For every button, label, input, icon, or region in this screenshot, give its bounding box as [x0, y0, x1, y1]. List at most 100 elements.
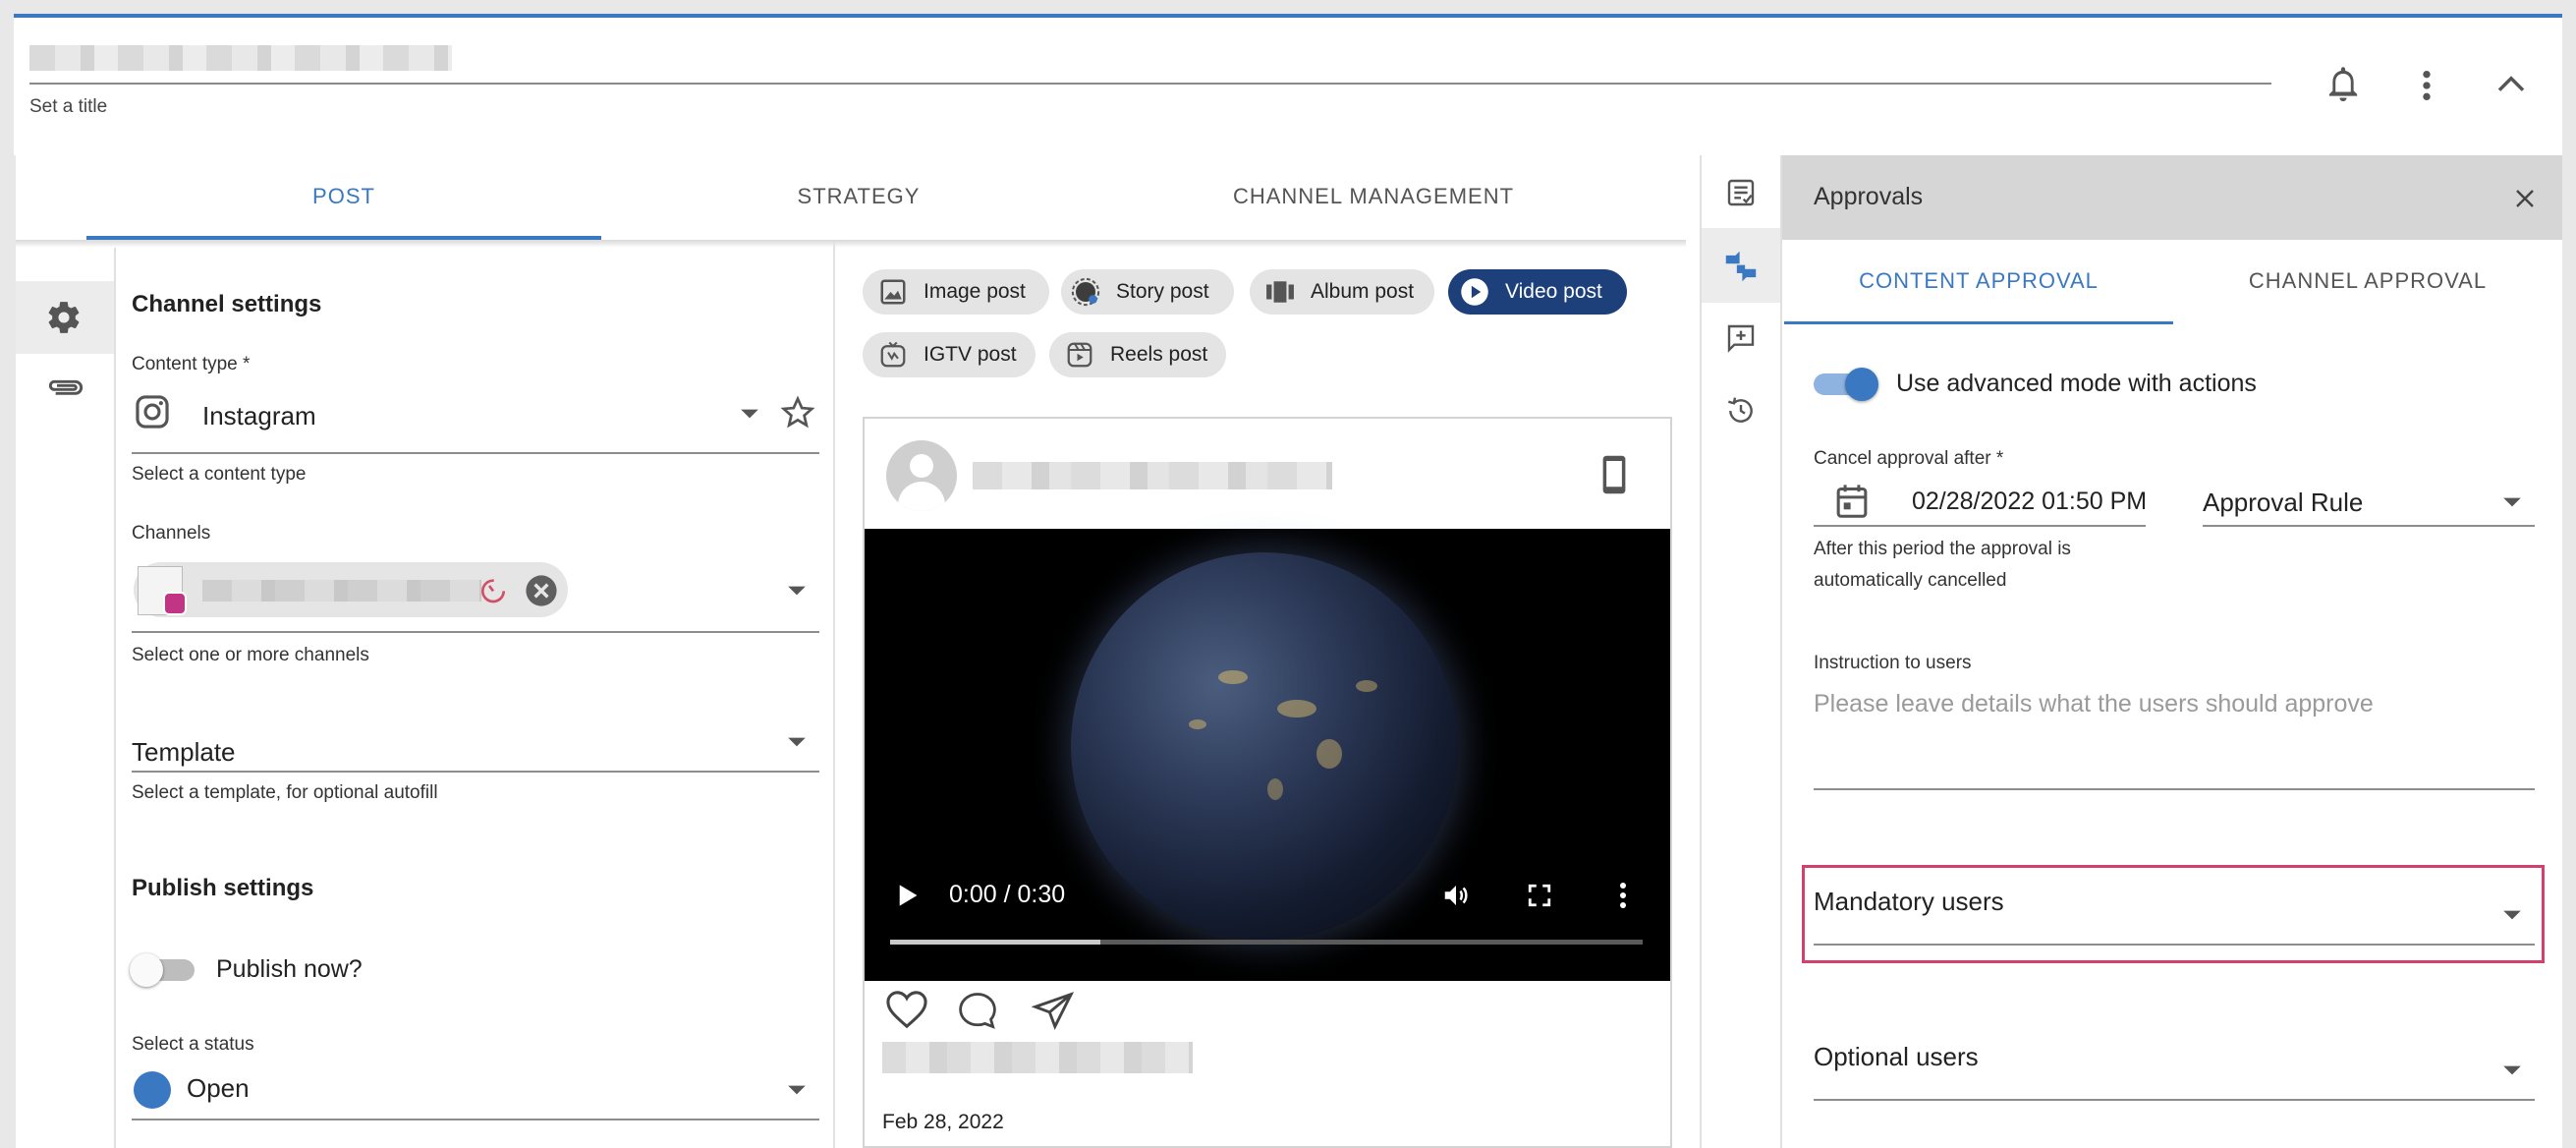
notes-icon[interactable]: [1725, 177, 1757, 208]
reels-post-label: Reels post: [1110, 343, 1208, 366]
tab-channel-approval[interactable]: CHANNEL APPROVAL: [2173, 240, 2562, 324]
tab-strategy[interactable]: STRATEGY: [601, 155, 1116, 240]
tab-content-approval[interactable]: CONTENT APPROVAL: [1784, 240, 2173, 324]
content-type-helper: Select a content type: [132, 464, 307, 485]
instagram-badge-icon: [163, 592, 187, 615]
channel-chip[interactable]: [134, 562, 568, 617]
video-progress-fill: [890, 940, 1100, 945]
channels-dropdown-icon[interactable]: [786, 584, 808, 598]
igtv-post-label: IGTV post: [924, 343, 1017, 366]
mandatory-users-dropdown-icon[interactable]: [2501, 908, 2523, 922]
rail-settings-item[interactable]: [16, 281, 114, 354]
reels-post-button[interactable]: Reels post: [1049, 332, 1226, 377]
igtv-post-button[interactable]: IGTV post: [863, 332, 1036, 377]
status-label: Select a status: [132, 1034, 254, 1055]
album-post-label: Album post: [1311, 280, 1415, 303]
history-icon[interactable]: [1725, 395, 1757, 427]
fullscreen-icon[interactable]: [1527, 883, 1552, 908]
cancel-approval-datetime[interactable]: 02/28/2022 01:50 PM: [1912, 488, 2148, 519]
approval-rule-select[interactable]: Approval Rule: [2203, 488, 2363, 518]
cancel-approval-underline: [1814, 525, 2146, 527]
status-value[interactable]: Open: [187, 1073, 250, 1104]
mandatory-users-select[interactable]: Mandatory users: [1814, 887, 2004, 917]
optional-users-select[interactable]: Optional users: [1814, 1042, 1979, 1072]
optional-users-underline: [1814, 1099, 2535, 1101]
channels-helper: Select one or more channels: [132, 645, 369, 665]
template-select[interactable]: Template: [132, 737, 236, 768]
story-post-button[interactable]: Story post: [1061, 269, 1234, 315]
advanced-mode-label: Use advanced mode with actions: [1896, 370, 2257, 397]
reels-icon: [1065, 340, 1094, 370]
channel-name-blurred: [202, 580, 481, 602]
title-helper-text: Set a title: [29, 96, 108, 117]
approval-rule-underline: [2203, 525, 2535, 527]
volume-icon[interactable]: [1440, 881, 1472, 910]
instruction-textarea[interactable]: Please leave details what the users shou…: [1814, 690, 2374, 718]
advanced-mode-toggle-knob[interactable]: [1845, 368, 1878, 401]
play-icon[interactable]: [896, 883, 920, 908]
instagram-icon: [134, 393, 171, 430]
status-dropdown-icon[interactable]: [786, 1083, 808, 1097]
timer-icon: [477, 574, 509, 605]
template-dropdown-icon[interactable]: [786, 735, 808, 749]
earth-video-frame: [1071, 552, 1458, 940]
tab-channel-management[interactable]: CHANNEL MANAGEMENT: [1116, 155, 1631, 240]
content-type-label: Content type *: [132, 354, 251, 374]
video-more-icon[interactable]: [1617, 881, 1629, 910]
title-bar: [14, 14, 2562, 155]
story-post-label: Story post: [1116, 280, 1209, 303]
smartphone-icon[interactable]: [1599, 454, 1629, 495]
publish-settings-title: Publish settings: [132, 875, 314, 901]
channels-label: Channels: [132, 523, 211, 544]
bell-icon[interactable]: [2326, 65, 2360, 104]
heart-icon[interactable]: [884, 989, 929, 1030]
tab-post[interactable]: POST: [86, 155, 601, 240]
cancel-approval-label: Cancel approval after *: [1814, 448, 2004, 469]
image-post-button[interactable]: Image post: [863, 269, 1049, 315]
favorite-star-icon[interactable]: [780, 395, 815, 430]
preview-account-blurred: [973, 462, 1332, 489]
content-type-value[interactable]: Instagram: [202, 401, 316, 431]
calendar-icon[interactable]: [1835, 484, 1869, 519]
template-underline: [132, 771, 819, 773]
preview-avatar: [886, 440, 957, 511]
mandatory-users-underline: [1814, 944, 2535, 946]
preview-likes-blurred: [882, 1042, 1193, 1073]
video-time: 0:00 / 0:30: [949, 881, 1066, 908]
tabs-shadow: [16, 240, 1686, 248]
album-icon: [1265, 277, 1295, 307]
publish-now-toggle-knob[interactable]: [130, 953, 163, 987]
album-post-button[interactable]: Album post: [1250, 269, 1434, 315]
cancel-approval-helper-1: After this period the approval is: [1814, 539, 2071, 559]
content-type-dropdown-icon[interactable]: [739, 407, 760, 421]
channels-underline: [132, 631, 819, 633]
instruction-label: Instruction to users: [1814, 653, 1972, 673]
optional-users-dropdown-icon[interactable]: [2501, 1063, 2523, 1077]
play-circle-icon: [1460, 277, 1489, 307]
right-tool-rail: [1700, 155, 1782, 1148]
comment-icon[interactable]: [957, 991, 998, 1030]
chevron-up-icon[interactable]: [2495, 73, 2527, 94]
title-input-blurred[interactable]: [29, 45, 452, 71]
status-underline: [132, 1119, 819, 1120]
add-comment-icon[interactable]: [1725, 322, 1757, 354]
share-send-icon[interactable]: [1032, 991, 1075, 1030]
more-vert-icon[interactable]: [2417, 69, 2436, 102]
igtv-icon: [878, 340, 908, 370]
approval-rule-dropdown-icon[interactable]: [2501, 495, 2523, 509]
remove-chip-icon[interactable]: [525, 574, 558, 607]
thumbs-approval-icon[interactable]: [1723, 250, 1759, 283]
story-icon: [1071, 277, 1100, 307]
video-post-button[interactable]: Video post: [1448, 269, 1627, 315]
video-post-label: Video post: [1505, 280, 1602, 303]
close-icon[interactable]: [2513, 187, 2537, 210]
cancel-approval-helper-2: automatically cancelled: [1814, 570, 2007, 591]
attachment-icon[interactable]: [45, 373, 84, 399]
channel-settings-title: Channel settings: [132, 291, 322, 317]
instruction-underline: [1814, 788, 2535, 790]
gear-icon: [45, 299, 83, 336]
publish-now-label: Publish now?: [216, 955, 363, 983]
content-type-underline: [132, 452, 819, 454]
status-color-dot: [134, 1071, 171, 1109]
image-icon: [878, 277, 908, 307]
